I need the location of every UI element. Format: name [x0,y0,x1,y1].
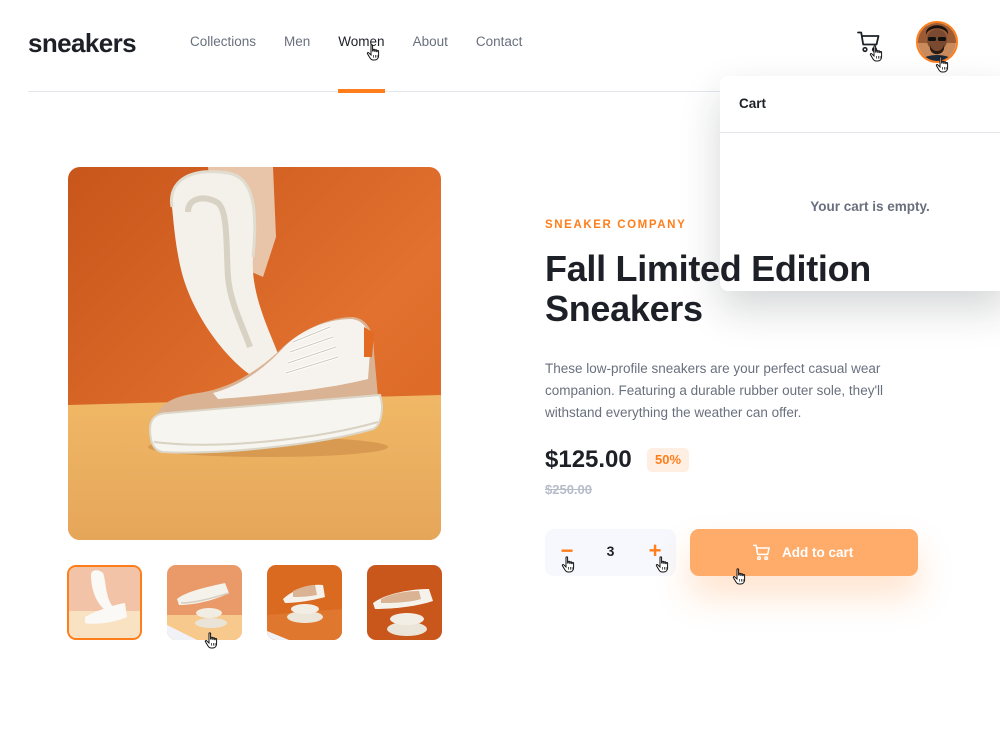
nav-women[interactable]: Women [338,0,385,93]
cart-icon [857,31,880,53]
nav-men[interactable]: Men [284,0,310,92]
company-name: SNEAKER COMPANY [545,219,687,231]
cart-icon [753,544,770,561]
decrease-quantity-button[interactable]: − [558,539,576,563]
thumbnail-strip [67,565,442,641]
product-thumbnail-1[interactable] [67,565,142,640]
main-nav: Collections Men Women About Contact [190,0,550,93]
add-to-cart-button[interactable]: Add to cart [690,529,918,576]
product-thumbnail-4[interactable] [367,565,442,640]
original-price: $250.00 [545,482,592,497]
main-product-image[interactable] [68,167,441,540]
cart-divider [720,132,1000,133]
sneaker-photo [68,167,441,540]
cart-button[interactable] [857,31,883,55]
nav-collections[interactable]: Collections [190,0,256,92]
product-title: Fall Limited Edition Sneakers [545,248,871,329]
quantity-value: 3 [606,543,615,559]
cart-title: Cart [739,96,767,111]
nav-contact[interactable]: Contact [476,0,523,92]
product-thumbnail-3[interactable] [267,565,342,640]
increase-quantity-button[interactable]: + [646,539,664,563]
cart-empty-message: Your cart is empty. [810,199,930,214]
user-avatar[interactable] [916,21,958,63]
nav-about[interactable]: About [413,0,448,92]
logo[interactable]: sneakers [28,28,137,59]
product-description: These low-profile sneakers are your perf… [545,361,884,420]
current-price: $125.00 [545,446,632,473]
discount-badge: 50% [647,448,690,472]
product-thumbnail-2[interactable] [167,565,242,640]
avatar-photo [918,23,956,61]
quantity-stepper: − 3 + [545,529,676,576]
add-to-cart-label: Add to cart [782,545,854,560]
